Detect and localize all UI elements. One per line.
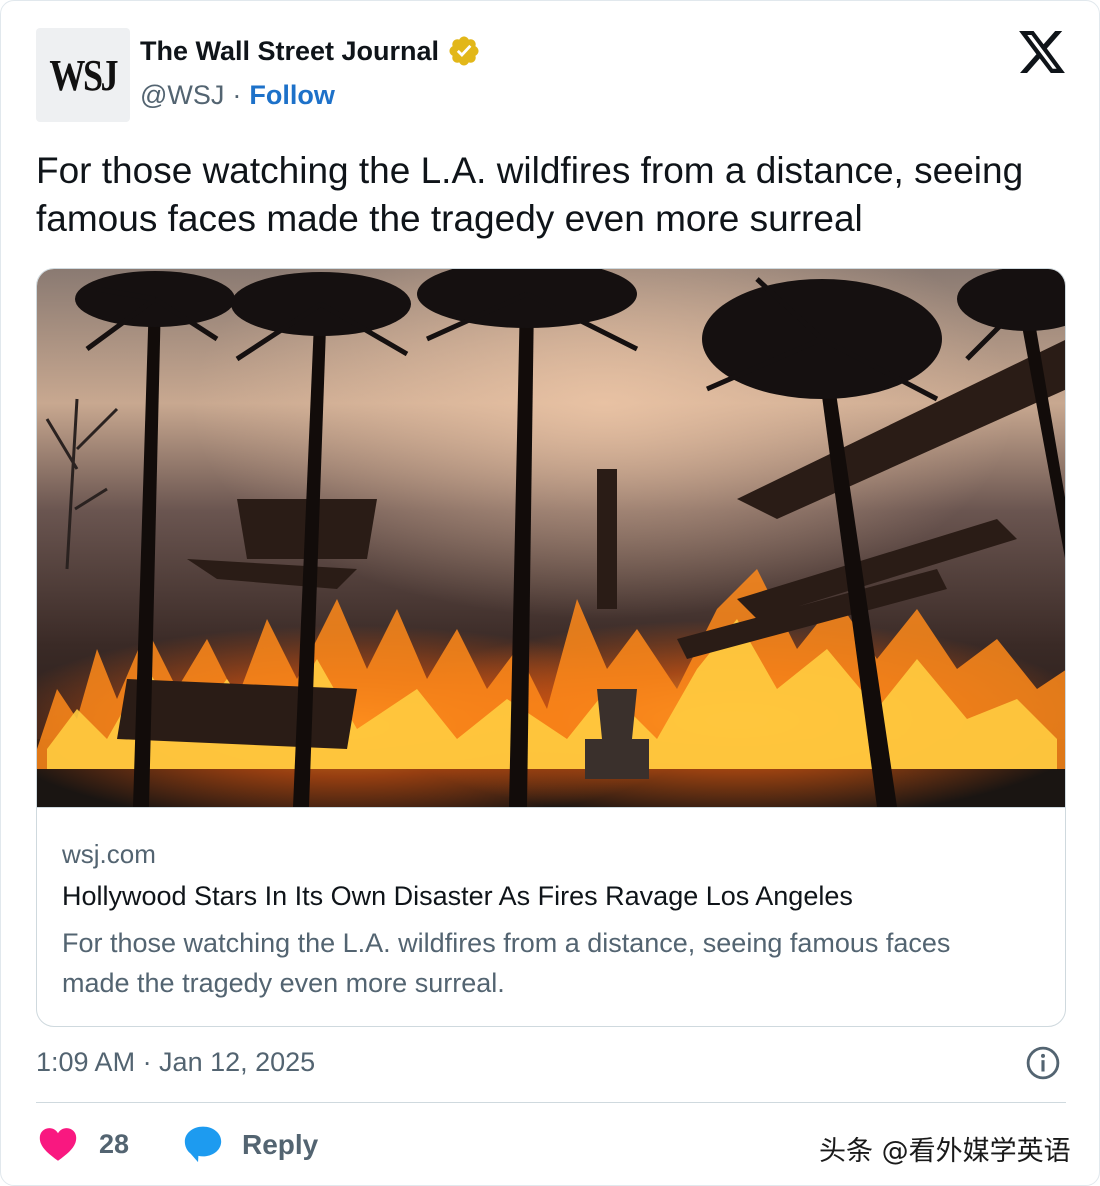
wsj-logo: WSJ — [49, 50, 119, 100]
handle-row: @WSJ · Follow — [140, 80, 335, 111]
link-preview-card[interactable]: wsj.com Hollywood Stars In Its Own Disas… — [36, 268, 1066, 1027]
reply-button[interactable]: Reply — [242, 1129, 318, 1161]
card-divider — [37, 807, 1065, 808]
speech-bubble-icon[interactable] — [183, 1125, 223, 1163]
account-name[interactable]: The Wall Street Journal — [140, 36, 439, 67]
link-description: For those watching the L.A. wildfires fr… — [62, 928, 951, 998]
link-domain: wsj.com — [62, 839, 156, 869]
actions-divider — [36, 1102, 1066, 1103]
avatar[interactable]: WSJ — [36, 28, 130, 122]
account-handle[interactable]: @WSJ — [140, 80, 224, 111]
heart-icon[interactable] — [39, 1126, 77, 1162]
like-count[interactable]: 28 — [99, 1129, 129, 1160]
author-name-row: The Wall Street Journal — [140, 34, 481, 68]
x-logo-icon[interactable] — [1019, 31, 1065, 73]
verified-badge-icon — [449, 36, 479, 66]
wildfire-photo[interactable] — [37, 269, 1066, 807]
info-icon[interactable] — [1026, 1046, 1060, 1080]
separator-dot: · — [232, 80, 242, 110]
link-title[interactable]: Hollywood Stars In Its Own Disaster As F… — [62, 881, 853, 912]
watermark: 头条 @看外媒学英语 — [819, 1136, 1071, 1167]
tweet-text: For those watching the L.A. wildfires fr… — [36, 150, 1024, 239]
tweet-embed-card: WSJ The Wall Street Journal @WSJ · Follo… — [0, 0, 1100, 1186]
follow-button[interactable]: Follow — [249, 80, 334, 111]
tweet-timestamp[interactable]: 1:09 AM · Jan 12, 2025 — [36, 1047, 315, 1078]
